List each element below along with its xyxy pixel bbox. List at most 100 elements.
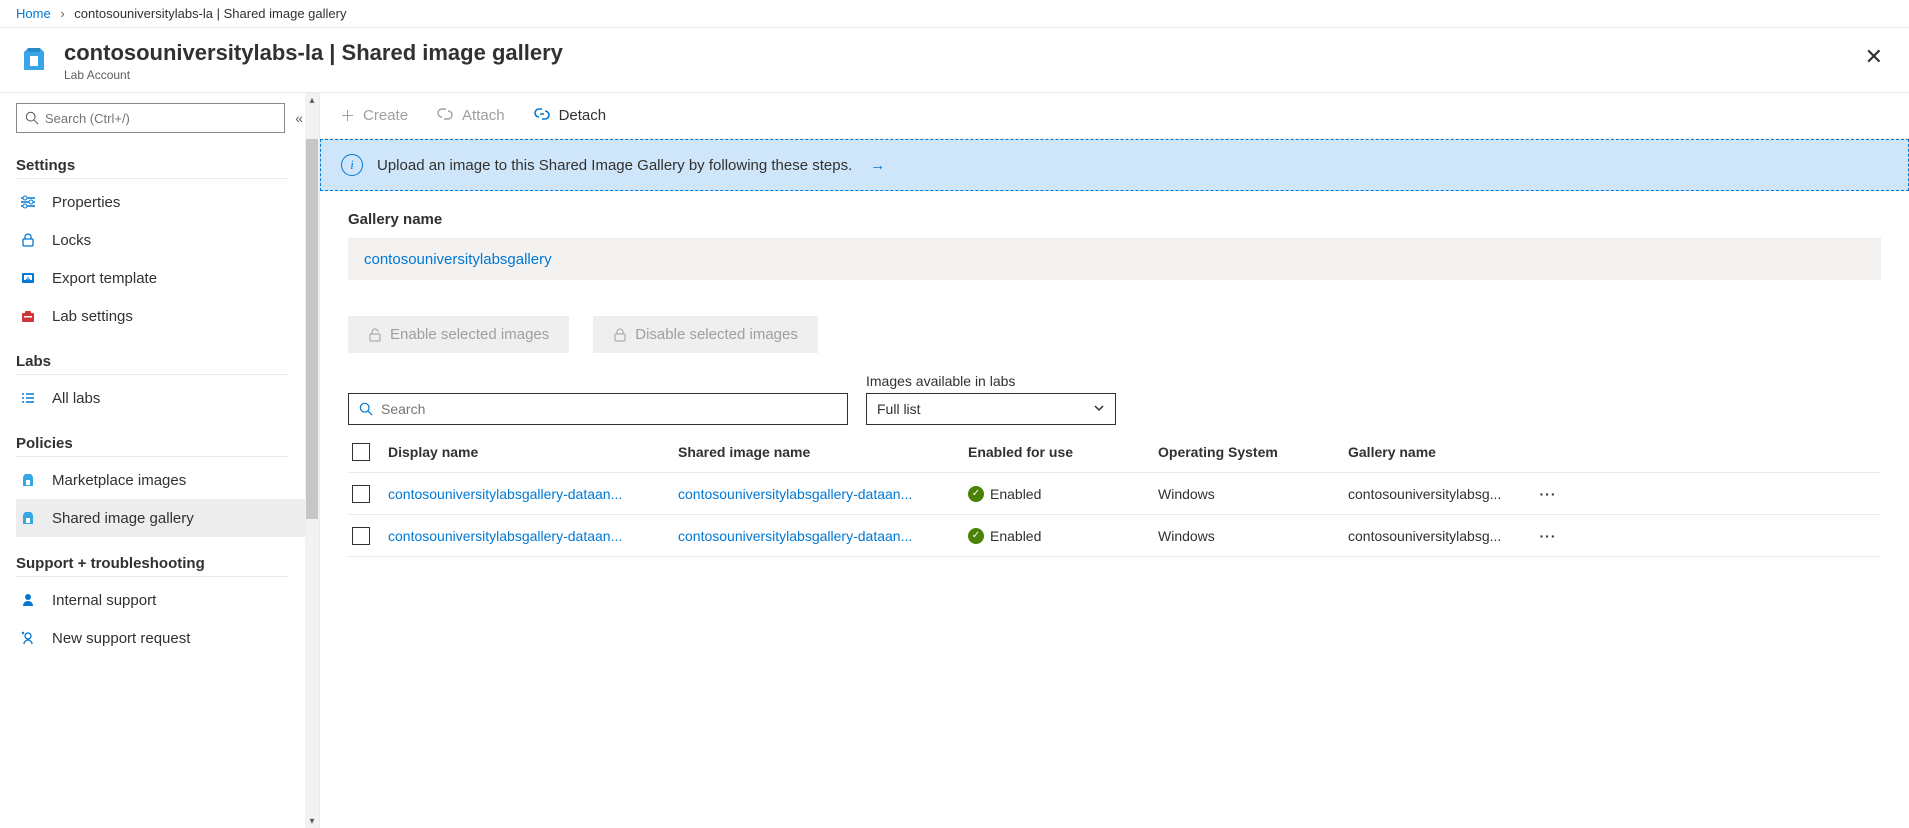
- lock-icon: [18, 230, 38, 250]
- support-icon: [18, 590, 38, 610]
- sidebar-section-labs: Labs: [16, 343, 289, 375]
- row-shared-name[interactable]: contosouniversitylabsgallery-dataan...: [678, 486, 968, 502]
- lab-account-icon: [16, 40, 52, 76]
- collapse-sidebar-icon[interactable]: «: [295, 110, 303, 126]
- dropdown-value: Full list: [877, 401, 921, 417]
- sidebar-item-label: All labs: [52, 390, 100, 407]
- col-gallery[interactable]: Gallery name: [1348, 444, 1528, 460]
- attach-button: Attach: [436, 105, 505, 127]
- row-more-button[interactable]: ···: [1528, 528, 1568, 544]
- scroll-thumb[interactable]: [306, 139, 318, 519]
- new-request-icon: [18, 628, 38, 648]
- banner-text: Upload an image to this Shared Image Gal…: [377, 157, 852, 174]
- row-shared-name[interactable]: contosouniversitylabsgallery-dataan...: [678, 528, 968, 544]
- export-template-icon: [18, 268, 38, 288]
- row-checkbox[interactable]: [352, 527, 370, 545]
- sidebar-item-properties[interactable]: Properties: [16, 183, 319, 221]
- gallery-name-box: contosouniversitylabsgallery: [348, 238, 1881, 280]
- row-display-name[interactable]: contosouniversitylabsgallery-dataan...: [388, 528, 678, 544]
- gallery-name-label: Gallery name: [348, 211, 1881, 228]
- sidebar-item-label: Lab settings: [52, 308, 133, 325]
- sidebar-search-input[interactable]: [45, 111, 276, 126]
- sidebar-item-label: New support request: [52, 630, 190, 647]
- breadcrumb-current: contosouniversitylabs-la | Shared image …: [74, 6, 346, 21]
- sidebar-item-marketplace-images[interactable]: Marketplace images: [16, 461, 319, 499]
- chevron-down-icon: [1093, 401, 1105, 417]
- enabled-status-icon: ✓: [968, 486, 984, 502]
- sidebar-scrollbar[interactable]: ▴ ▾: [305, 93, 319, 828]
- scroll-down-icon[interactable]: ▾: [305, 814, 319, 828]
- sidebar-section-settings: Settings: [16, 147, 289, 179]
- sidebar-item-label: Internal support: [52, 592, 156, 609]
- sidebar-item-internal-support[interactable]: Internal support: [16, 581, 319, 619]
- sidebar-item-all-labs[interactable]: All labs: [16, 379, 319, 417]
- images-table: Display name Shared image name Enabled f…: [348, 431, 1881, 557]
- row-os: Windows: [1158, 486, 1348, 502]
- enable-label: Enable selected images: [390, 326, 549, 343]
- col-enabled[interactable]: Enabled for use: [968, 444, 1158, 460]
- sidebar-item-label: Export template: [52, 270, 157, 287]
- disable-selected-button: Disable selected images: [593, 316, 818, 353]
- sidebar-search[interactable]: [16, 103, 285, 133]
- list-icon: [18, 388, 38, 408]
- sidebar: « Settings Properties Locks Export templ…: [0, 93, 320, 828]
- table-header-row: Display name Shared image name Enabled f…: [348, 431, 1881, 473]
- row-more-button[interactable]: ···: [1528, 486, 1568, 502]
- sidebar-item-lab-settings[interactable]: Lab settings: [16, 297, 319, 335]
- scroll-up-icon[interactable]: ▴: [305, 93, 319, 107]
- gallery-name-link[interactable]: contosouniversitylabsgallery: [364, 251, 552, 268]
- row-enabled: Enabled: [990, 486, 1041, 502]
- page-header: contosouniversitylabs-la | Shared image …: [0, 28, 1909, 93]
- detach-icon: [533, 105, 551, 127]
- disable-label: Disable selected images: [635, 326, 798, 343]
- row-os: Windows: [1158, 528, 1348, 544]
- row-gallery: contosouniversitylabsg...: [1348, 528, 1528, 544]
- sidebar-item-new-support-request[interactable]: New support request: [16, 619, 319, 657]
- sidebar-section-support: Support + troubleshooting: [16, 545, 289, 577]
- attach-icon: [436, 105, 454, 127]
- sidebar-section-policies: Policies: [16, 425, 289, 457]
- row-display-name[interactable]: contosouniversitylabsgallery-dataan...: [388, 486, 678, 502]
- row-enabled: Enabled: [990, 528, 1041, 544]
- detach-button[interactable]: Detach: [533, 105, 607, 127]
- detach-label: Detach: [559, 107, 607, 124]
- marketplace-icon: [18, 470, 38, 490]
- plus-icon: ＋: [340, 105, 355, 126]
- info-banner: i Upload an image to this Shared Image G…: [320, 139, 1909, 191]
- search-icon: [25, 111, 39, 125]
- page-title: contosouniversitylabs-la | Shared image …: [64, 40, 563, 66]
- select-all-checkbox[interactable]: [352, 443, 370, 461]
- breadcrumb: Home › contosouniversitylabs-la | Shared…: [0, 0, 1909, 28]
- attach-label: Attach: [462, 107, 505, 124]
- sidebar-item-label: Shared image gallery: [52, 510, 194, 527]
- images-available-label: Images available in labs: [866, 373, 1116, 389]
- col-display-name[interactable]: Display name: [388, 444, 678, 460]
- banner-link-arrow-icon[interactable]: →: [870, 157, 885, 174]
- row-checkbox[interactable]: [352, 485, 370, 503]
- enabled-status-icon: ✓: [968, 528, 984, 544]
- sidebar-item-shared-image-gallery[interactable]: Shared image gallery: [16, 499, 319, 537]
- images-available-dropdown[interactable]: Full list: [866, 393, 1116, 425]
- properties-icon: [18, 192, 38, 212]
- main-content: ＋ Create Attach Detach i Upload an image…: [320, 93, 1909, 828]
- toolbar: ＋ Create Attach Detach: [320, 93, 1909, 139]
- breadcrumb-separator-icon: ›: [60, 6, 64, 21]
- breadcrumb-home[interactable]: Home: [16, 6, 51, 21]
- col-os[interactable]: Operating System: [1158, 444, 1348, 460]
- info-icon: i: [341, 154, 363, 176]
- col-shared-name[interactable]: Shared image name: [678, 444, 968, 460]
- lock-icon: [613, 328, 627, 342]
- sidebar-item-locks[interactable]: Locks: [16, 221, 319, 259]
- enable-selected-button: Enable selected images: [348, 316, 569, 353]
- gallery-icon: [18, 508, 38, 528]
- create-button: ＋ Create: [340, 105, 408, 126]
- search-images-field[interactable]: [381, 401, 837, 417]
- page-subtitle: Lab Account: [64, 68, 563, 82]
- sidebar-item-label: Properties: [52, 194, 120, 211]
- sidebar-item-export-template[interactable]: Export template: [16, 259, 319, 297]
- search-images-input[interactable]: [348, 393, 848, 425]
- sidebar-item-label: Marketplace images: [52, 472, 186, 489]
- create-label: Create: [363, 107, 408, 124]
- unlock-icon: [368, 328, 382, 342]
- close-button[interactable]: ✕: [1855, 40, 1893, 74]
